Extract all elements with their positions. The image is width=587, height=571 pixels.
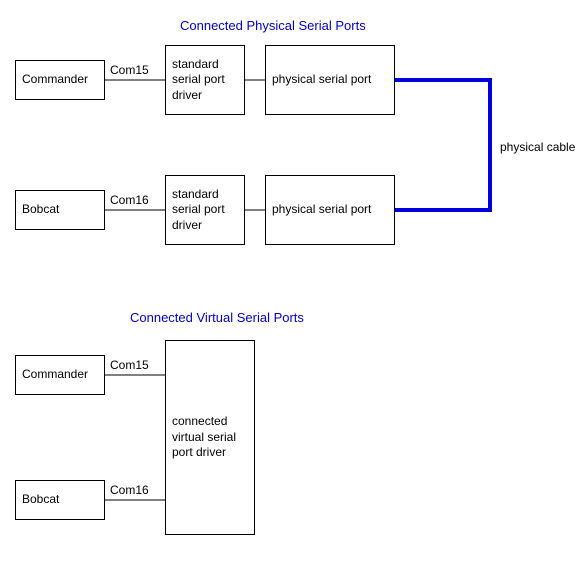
com16-label-1: Com16 bbox=[110, 193, 149, 207]
driver-box-1b: standard serial port driver bbox=[165, 175, 245, 245]
bobcat-label-1: Bobcat bbox=[22, 202, 59, 218]
commander-label-2: Commander bbox=[22, 367, 88, 383]
commander-box-1: Commander bbox=[15, 60, 105, 100]
driver-label-1a: standard serial port driver bbox=[172, 57, 238, 104]
com15-label-2: Com15 bbox=[110, 358, 149, 372]
bobcat-label-2: Bobcat bbox=[22, 492, 59, 508]
driver-label-1b: standard serial port driver bbox=[172, 187, 238, 234]
bobcat-box-1: Bobcat bbox=[15, 190, 105, 230]
commander-label-1: Commander bbox=[22, 72, 88, 88]
phys-label-1a: physical serial port bbox=[272, 72, 371, 88]
bobcat-box-2: Bobcat bbox=[15, 480, 105, 520]
com16-label-2: Com16 bbox=[110, 483, 149, 497]
commander-box-2: Commander bbox=[15, 355, 105, 395]
cable-label: physical cable bbox=[500, 140, 575, 154]
phys-box-1a: physical serial port bbox=[265, 45, 395, 115]
phys-label-1b: physical serial port bbox=[272, 202, 371, 218]
section2-title: Connected Virtual Serial Ports bbox=[130, 310, 304, 325]
section1-title: Connected Physical Serial Ports bbox=[180, 18, 366, 33]
physical-cable-line bbox=[395, 80, 490, 210]
phys-box-1b: physical serial port bbox=[265, 175, 395, 245]
virtual-driver-label: connected virtual serial port driver bbox=[172, 414, 248, 461]
driver-box-1a: standard serial port driver bbox=[165, 45, 245, 115]
virtual-driver-box: connected virtual serial port driver bbox=[165, 340, 255, 535]
com15-label-1: Com15 bbox=[110, 63, 149, 77]
